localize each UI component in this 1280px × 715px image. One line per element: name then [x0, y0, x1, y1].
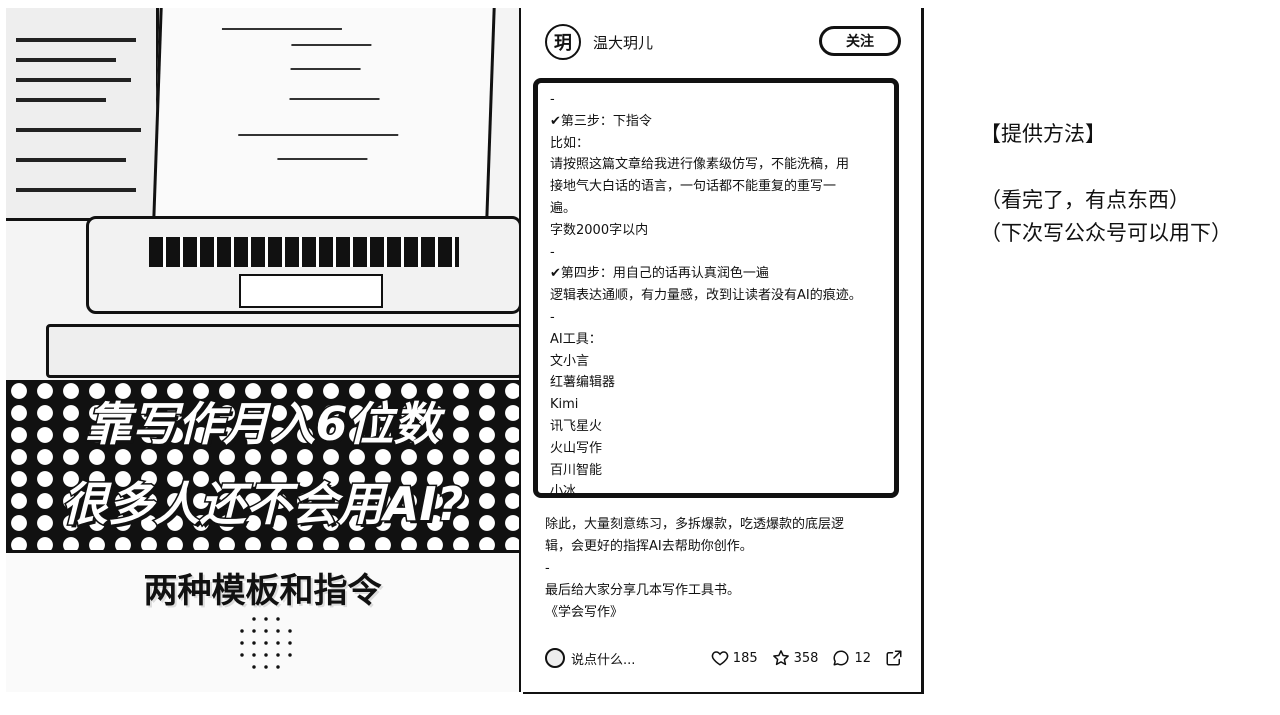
user-avatar: [545, 648, 565, 668]
content-line: 火山写作: [550, 440, 603, 456]
content-line: 辑，会更好的指挥AI去帮助你创作。: [545, 539, 753, 554]
comment-placeholder: 说点什么...: [571, 652, 636, 668]
content-line: 比如：: [550, 135, 590, 151]
post-body-highlighted: - ✔第三步：下指令 比如： 请按照这篇文章给我进行像素级仿写，不能洗稿，用 接…: [533, 78, 899, 499]
collect-button[interactable]: 358: [772, 649, 819, 667]
content-line: 《学会写作》: [545, 605, 624, 620]
heart-icon: [711, 651, 729, 666]
content-line: 小冰: [550, 484, 577, 500]
content-line: ✔第四步：用自己的话再认真润色一遍: [550, 266, 769, 282]
post-body-continued: 除此，大量刻意练习，多拆爆款，吃透爆款的底层逻 辑，会更好的指挥AI去帮助你创作…: [545, 514, 905, 624]
side-note-line1: （看完了，有点东西）: [980, 188, 1190, 212]
content-line: Kimi: [550, 397, 579, 413]
content-line: 字数2000字以内: [550, 222, 649, 238]
laptop-screen-graphic: [152, 8, 496, 219]
comment-count: 12: [854, 650, 871, 666]
desk-mat-graphic: [46, 324, 519, 378]
comment-button[interactable]: 12: [832, 649, 871, 667]
image-title-line2: 很多人还不会用AI?: [60, 476, 464, 533]
star-count: 358: [793, 650, 819, 666]
content-line: ✔第三步：下指令: [550, 113, 652, 129]
like-button[interactable]: 185: [711, 649, 758, 667]
side-note-line2: （下次写公众号可以用下）: [980, 221, 1232, 245]
content-line: -: [545, 561, 550, 576]
content-line: 百川智能: [550, 462, 603, 478]
side-note: 【提供方法】 （看完了，有点东西） （下次写公众号可以用下）: [980, 118, 1270, 250]
content-line: 逻辑表达通顺，有力量感，改到让读者没有AI的痕迹。: [550, 288, 862, 304]
side-note-heading: 【提供方法】: [980, 122, 1106, 146]
flower-decoration: [236, 613, 296, 673]
content-line: 最后给大家分享几本写作工具书。: [545, 583, 741, 598]
author-avatar[interactable]: 玥: [545, 24, 581, 60]
monitor-graphic: [6, 8, 159, 221]
image-caption: 两种模板和指令: [143, 571, 382, 611]
content-line: 接地气大白话的语言，一句话都不能重复的重写一: [550, 179, 837, 195]
image-caption-card: 两种模板和指令: [6, 550, 519, 692]
content-line: -: [550, 309, 555, 325]
author-name[interactable]: 温大玥儿: [593, 32, 653, 53]
content-line: 除此，大量刻意练习，多拆爆款，吃透爆款的底层逻: [545, 517, 845, 532]
author-row[interactable]: 玥 温大玥儿: [545, 24, 653, 60]
content-line: 红薯编辑器: [550, 375, 616, 391]
share-icon: [886, 650, 902, 666]
comment-icon: [833, 650, 850, 666]
content-line: 文小言: [550, 353, 590, 369]
follow-button[interactable]: 关注: [819, 26, 901, 56]
image-title-line1: 靠写作月入6位数: [84, 396, 441, 453]
content-line: -: [550, 244, 555, 260]
post-detail-panel: 玥 温大玥儿 关注 - ✔第三步：下指令 比如： 请按照这篇文章给我进行像素级仿…: [523, 8, 924, 694]
star-icon: [772, 650, 789, 666]
action-bar: 说点什么... 185 358 12: [545, 646, 907, 670]
content-line: AI工具：: [550, 331, 602, 347]
post-image[interactable]: 靠写作月入6位数 很多人还不会用AI? 两种模板和指令: [6, 8, 521, 692]
share-button[interactable]: [885, 649, 907, 667]
content-line: 遍。: [550, 200, 577, 216]
content-line: 讯飞星火: [550, 418, 603, 434]
comment-input[interactable]: 说点什么...: [545, 648, 635, 668]
content-line: -: [550, 92, 555, 107]
like-count: 185: [732, 650, 758, 666]
laptop-keyboard-graphic: [86, 216, 519, 314]
content-line: 请按照这篇文章给我进行像素级仿写，不能洗稿，用: [550, 157, 850, 173]
